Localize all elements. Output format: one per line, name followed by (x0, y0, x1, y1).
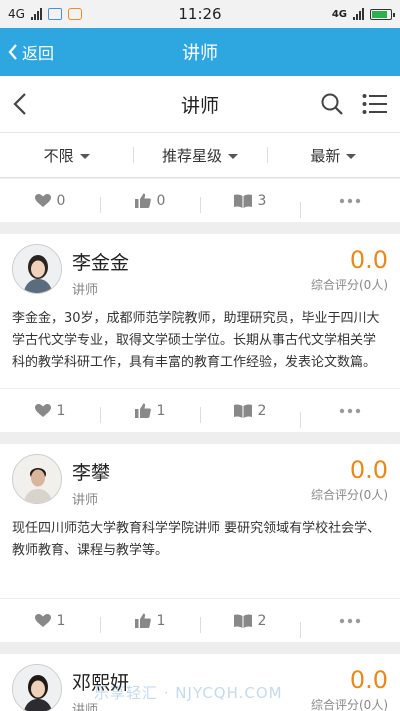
watermark: 乐享轻汇 · NJYCQH.COM (94, 684, 283, 702)
teacher-description: 现任四川师范大学教育科学学院讲师 要研究领域有学校社会学、教师教育、课程与教学等… (12, 521, 381, 558)
like-count: 1 (156, 612, 166, 629)
filter-rating-label: 推荐星级 (161, 146, 222, 165)
app-title: 讲师 (182, 43, 218, 64)
teacher-list: 0 0 3 李金金 讲师 0.0 综合评分(0人) 李金金，30岁，成都师范学院… (0, 178, 400, 711)
signal-icon-right (353, 8, 364, 20)
app-header: 返回 讲师 (0, 28, 400, 76)
like-button[interactable]: 1 (100, 402, 200, 423)
network-label-right: 4G (331, 8, 347, 20)
teacher-role: 讲师 (72, 283, 99, 298)
course-count: 2 (257, 612, 267, 629)
teacher-name: 李金金 (72, 252, 130, 274)
separator (0, 642, 400, 654)
score-label: 综合评分(0人) (311, 488, 388, 502)
favorite-count: 1 (56, 402, 66, 419)
courses-button[interactable]: 2 (200, 612, 300, 633)
favorite-button[interactable]: 1 (0, 403, 100, 419)
filter-sort-label: 最新 (310, 146, 341, 165)
teacher-description: 李金金，30岁，成都师范学院教师，助理研究员，毕业于四川大学古代文学专业，取得文… (12, 311, 380, 370)
teacher-card[interactable]: 李金金 讲师 0.0 综合评分(0人) 李金金，30岁，成都师范学院教师，助理研… (0, 234, 400, 388)
more-button[interactable] (300, 198, 400, 218)
caret-down-icon (79, 153, 90, 159)
more-button[interactable] (300, 618, 400, 638)
more-dots-icon (339, 618, 361, 623)
teacher-name: 李攀 (72, 462, 111, 484)
signal-icon (30, 8, 42, 20)
teacher-score: 0.0 (349, 456, 388, 484)
heart-icon (34, 193, 51, 207)
thumbs-up-icon (134, 403, 151, 418)
avatar (12, 454, 62, 504)
favorite-count: 1 (56, 612, 66, 629)
like-count: 1 (156, 402, 166, 419)
search-icon[interactable] (320, 92, 344, 116)
book-icon (233, 193, 252, 208)
separator (0, 432, 400, 444)
teacher-role: 讲师 (72, 493, 99, 508)
filter-sort[interactable]: 最新 (266, 145, 400, 166)
teacher-score: 0.0 (349, 246, 388, 274)
score-label: 综合评分(0人) (311, 278, 388, 292)
chevron-left-icon (8, 44, 17, 60)
course-count: 2 (257, 402, 267, 419)
battery-icon (370, 8, 395, 20)
caret-down-icon (228, 153, 238, 159)
favorite-count: 0 (56, 192, 66, 209)
teacher-score: 0.0 (349, 666, 388, 694)
filter-bar: 不限 推荐星级 最新 (0, 132, 400, 178)
thumbs-up-icon (134, 613, 151, 628)
status-bar: 4G 11:26 4G (0, 0, 400, 28)
separator (0, 222, 400, 234)
teacher-card[interactable]: 李攀 讲师 0.0 综合评分(0人) 现任四川师范大学教育科学学院讲师 要研究领… (0, 444, 400, 598)
heart-icon (34, 403, 51, 417)
book-icon (233, 403, 252, 418)
courses-button[interactable]: 3 (200, 192, 300, 213)
favorite-button[interactable]: 1 (0, 613, 100, 629)
back-arrow-icon[interactable] (12, 92, 28, 116)
course-count: 3 (257, 192, 267, 209)
caret-down-icon (346, 153, 357, 159)
filter-range[interactable]: 不限 (0, 145, 133, 166)
back-label: 返回 (22, 44, 55, 63)
filter-rating[interactable]: 推荐星级 (133, 145, 266, 166)
thumbs-up-icon (134, 193, 151, 208)
gallery-icon (47, 8, 62, 20)
avatar (12, 664, 62, 711)
app-notification-icon (67, 8, 82, 20)
page-bar: 讲师 (0, 76, 400, 132)
avatar (12, 244, 62, 294)
heart-icon (34, 613, 51, 627)
like-button[interactable]: 0 (100, 192, 200, 213)
menu-list-icon[interactable] (362, 93, 388, 115)
action-row: 0 0 3 (0, 178, 400, 222)
like-count: 0 (156, 192, 166, 209)
book-icon (233, 613, 252, 628)
courses-button[interactable]: 2 (200, 402, 300, 423)
more-button[interactable] (300, 408, 400, 428)
network-label: 4G (8, 7, 25, 21)
more-dots-icon (339, 198, 361, 203)
more-dots-icon (339, 408, 361, 413)
action-row: 1 1 2 (0, 598, 400, 642)
filter-range-label: 不限 (43, 146, 74, 165)
action-row: 1 1 2 (0, 388, 400, 432)
like-button[interactable]: 1 (100, 612, 200, 633)
back-button[interactable]: 返回 (0, 40, 54, 64)
favorite-button[interactable]: 0 (0, 193, 100, 209)
score-label: 综合评分(0人) (311, 698, 388, 711)
